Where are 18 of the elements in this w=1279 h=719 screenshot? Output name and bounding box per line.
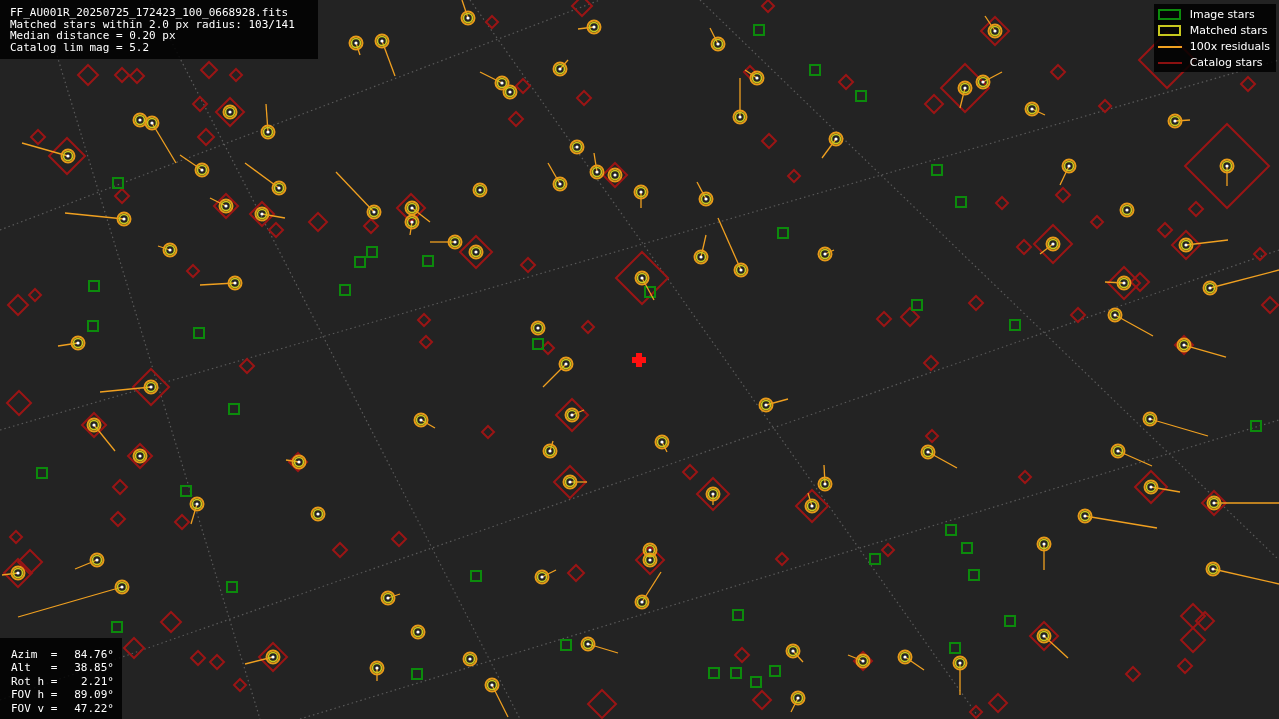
- info-text: Median distance = 0.20 px: [10, 30, 176, 42]
- info-text: Matched stars within 2.0 px radius: 103/141: [10, 18, 296, 30]
- legend-label: Matched stars: [1189, 24, 1268, 37]
- info-text: Catalog lim mag = 5.2: [10, 41, 151, 53]
- pointing-value: 89.09°: [74, 688, 114, 702]
- pointing-value: 38.85°: [74, 661, 114, 675]
- pointing-value: 2.21°: [80, 674, 114, 688]
- legend-label: Catalog stars: [1189, 56, 1263, 69]
- pointing-value: 84.76°: [74, 647, 114, 661]
- pointing-label: Rot h =: [11, 674, 58, 688]
- pointing-value: 47.22°: [74, 701, 114, 715]
- pointing-label: Azim =: [11, 647, 58, 661]
- legend-label: 100x residuals: [1189, 40, 1270, 53]
- pointing-label: Alt =: [11, 661, 58, 675]
- info-text: FF_AU001R_20250725_172423_100_0668928.fits: [10, 7, 290, 19]
- legend-label: Image stars: [1189, 8, 1255, 21]
- pointing-label: FOV v =: [11, 701, 58, 715]
- pointing-label: FOV h =: [11, 688, 58, 702]
